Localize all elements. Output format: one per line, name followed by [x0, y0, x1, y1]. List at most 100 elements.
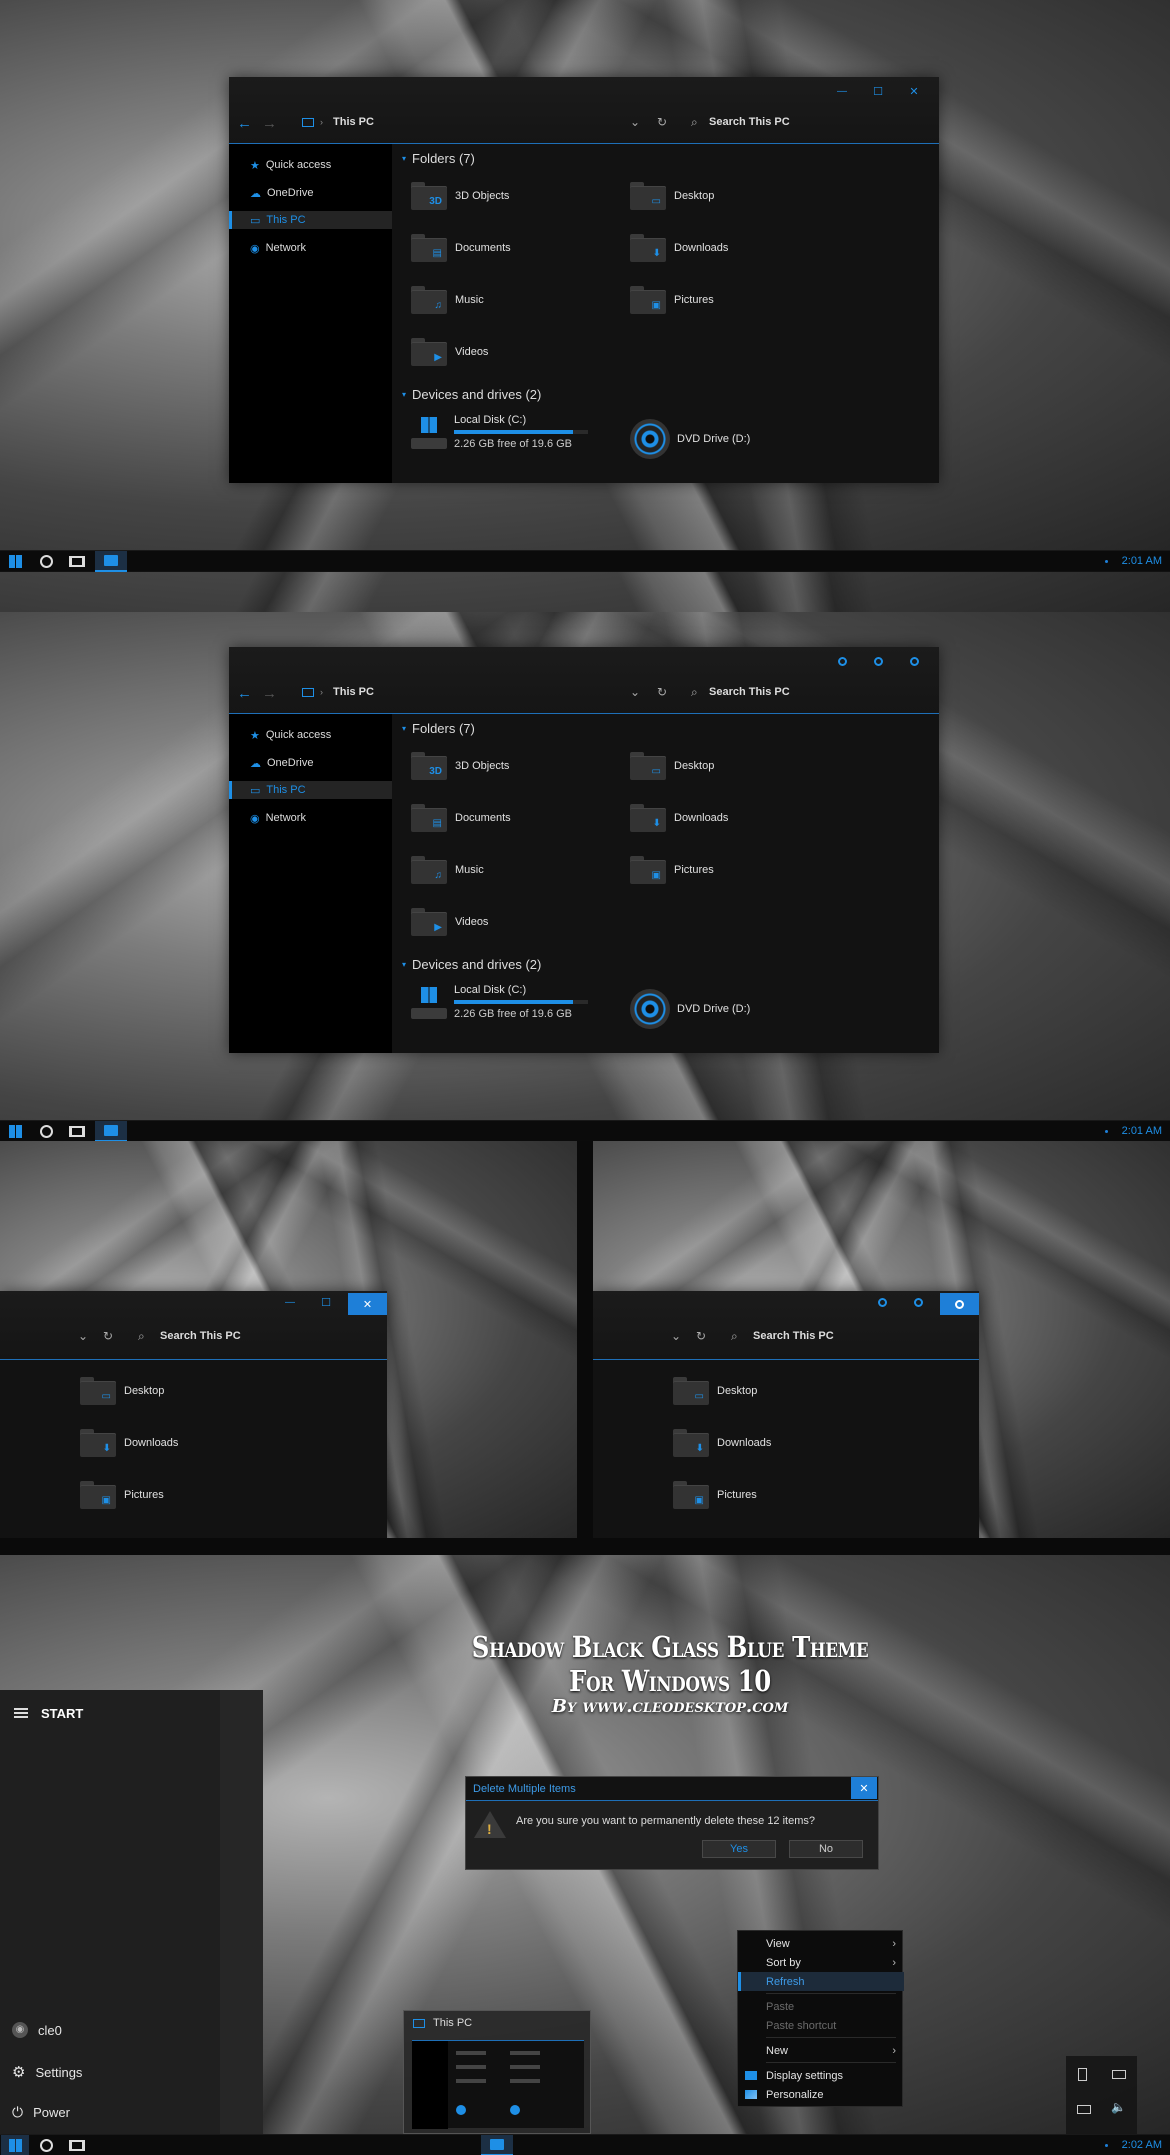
- task-view-button[interactable]: [63, 551, 91, 572]
- user-account[interactable]: ◉ cle0: [12, 2022, 62, 2038]
- forward-arrow-icon[interactable]: →: [262, 685, 277, 702]
- folder-desktop[interactable]: ▭ Desktop: [80, 1377, 164, 1405]
- settings-button[interactable]: ⚙ Settings: [12, 2063, 82, 2081]
- folder-videos[interactable]: ▶ Videos: [411, 338, 488, 366]
- title-bar[interactable]: ← → › This PC ⌄ ↻ ⌕ Search This PC: [229, 647, 939, 714]
- dropdown-chevron-icon[interactable]: ⌄: [671, 1329, 681, 1343]
- drive-local-disk[interactable]: Local Disk (C:) 2.26 GB free of 19.6 GB: [411, 414, 588, 450]
- title-bar[interactable]: — ☐ ✕ ← → › This PC ⌄ ↻ ⌕ Search This PC: [229, 77, 939, 144]
- drive-dvd[interactable]: DVD Drive (D:): [630, 419, 750, 459]
- refresh-icon[interactable]: ↻: [657, 685, 667, 699]
- search-input[interactable]: Search This PC: [753, 1330, 834, 1342]
- cortana-button[interactable]: [32, 2135, 60, 2155]
- minimize-button[interactable]: —: [277, 1293, 303, 1311]
- network-tray-icon[interactable]: [1077, 2105, 1091, 2114]
- cortana-button[interactable]: [32, 551, 60, 572]
- task-view-button[interactable]: [63, 1121, 91, 1142]
- maximize-button[interactable]: ☐: [865, 82, 891, 100]
- sidebar-item-network[interactable]: ◉ Network: [229, 239, 392, 257]
- context-item-sort-by[interactable]: Sort by ›: [738, 1953, 904, 1972]
- folder-downloads[interactable]: ⬇ Downloads: [630, 234, 728, 262]
- close-button-hover[interactable]: [940, 1293, 979, 1315]
- folder-documents[interactable]: ▤ Documents: [411, 804, 511, 832]
- devices-header[interactable]: ▾ Devices and drives (2): [402, 957, 541, 972]
- drive-dvd[interactable]: DVD Drive (D:): [630, 989, 750, 1029]
- file-explorer-taskbar-button[interactable]: [95, 1121, 127, 1142]
- breadcrumb[interactable]: This PC: [333, 116, 374, 128]
- start-button[interactable]: [1, 1121, 29, 1142]
- sidebar-item-quick-access[interactable]: ★ Quick access: [229, 726, 392, 744]
- hamburger-menu-icon[interactable]: [14, 1708, 28, 1718]
- folder-desktop[interactable]: ▭ Desktop: [630, 182, 714, 210]
- sidebar-item-this-pc[interactable]: ▭ This PC: [229, 781, 392, 799]
- title-bar[interactable]: — ☐ ✕ ⌄ ↻ ⌕ Search This PC: [0, 1291, 387, 1360]
- close-button[interactable]: ✕: [901, 82, 927, 100]
- folder-music[interactable]: ♫ Music: [411, 286, 484, 314]
- minimize-button[interactable]: [829, 652, 855, 670]
- sidebar-item-onedrive[interactable]: ☁ OneDrive: [229, 754, 392, 772]
- clock[interactable]: 2:01 AM: [1122, 555, 1162, 567]
- folder-documents[interactable]: ▤ Documents: [411, 234, 511, 262]
- folders-header[interactable]: ▾ Folders (7): [402, 721, 475, 736]
- refresh-icon[interactable]: ↻: [657, 115, 667, 129]
- search-input[interactable]: Search This PC: [160, 1330, 241, 1342]
- dialog-titlebar[interactable]: Delete Multiple Items ✕: [466, 1777, 878, 1801]
- breadcrumb[interactable]: This PC: [333, 686, 374, 698]
- devices-header[interactable]: ▾ Devices and drives (2): [402, 387, 541, 402]
- yes-button[interactable]: Yes: [702, 1840, 776, 1858]
- maximize-button[interactable]: ☐: [313, 1293, 339, 1311]
- start-button[interactable]: [1, 2135, 29, 2155]
- notification-dot-icon[interactable]: [1105, 2144, 1108, 2147]
- maximize-button[interactable]: [865, 652, 891, 670]
- no-button[interactable]: No: [789, 1840, 863, 1858]
- folder-pictures[interactable]: ▣ Pictures: [673, 1481, 757, 1509]
- folder-pictures[interactable]: ▣ Pictures: [80, 1481, 164, 1509]
- title-bar[interactable]: ⌄ ↻ ⌕ Search This PC: [593, 1291, 979, 1360]
- keyboard-icon[interactable]: [1112, 2070, 1126, 2079]
- folder-videos[interactable]: ▶ Videos: [411, 908, 488, 936]
- back-arrow-icon[interactable]: ←: [237, 115, 252, 132]
- notification-dot-icon[interactable]: [1105, 560, 1108, 563]
- clock[interactable]: 2:01 AM: [1122, 1125, 1162, 1137]
- minimize-button[interactable]: —: [829, 82, 855, 100]
- dropdown-chevron-icon[interactable]: ⌄: [630, 685, 640, 699]
- notification-dot-icon[interactable]: [1105, 1130, 1108, 1133]
- dropdown-chevron-icon[interactable]: ⌄: [630, 115, 640, 129]
- start-button[interactable]: [1, 551, 29, 572]
- context-item-view[interactable]: View ›: [738, 1934, 904, 1953]
- folder-3d-objects[interactable]: 3D 3D Objects: [411, 182, 509, 210]
- back-arrow-icon[interactable]: ←: [237, 685, 252, 702]
- file-explorer-taskbar-button[interactable]: [95, 551, 127, 572]
- forward-arrow-icon[interactable]: →: [262, 115, 277, 132]
- folder-pictures[interactable]: ▣ Pictures: [630, 856, 714, 884]
- search-input[interactable]: Search This PC: [709, 686, 790, 698]
- drive-local-disk[interactable]: Local Disk (C:) 2.26 GB free of 19.6 GB: [411, 984, 588, 1020]
- sidebar-item-this-pc[interactable]: ▭ This PC: [229, 211, 392, 229]
- context-item-new[interactable]: New ›: [738, 2041, 904, 2060]
- folder-3d-objects[interactable]: 3D 3D Objects: [411, 752, 509, 780]
- folder-pictures[interactable]: ▣ Pictures: [630, 286, 714, 314]
- folder-downloads[interactable]: ⬇ Downloads: [630, 804, 728, 832]
- context-item-display-settings[interactable]: Display settings: [738, 2066, 904, 2085]
- context-item-personalize[interactable]: Personalize: [738, 2085, 904, 2104]
- refresh-icon[interactable]: ↻: [696, 1329, 706, 1343]
- folder-desktop[interactable]: ▭ Desktop: [673, 1377, 757, 1405]
- battery-icon[interactable]: [1078, 2068, 1087, 2081]
- cortana-button[interactable]: [32, 1121, 60, 1142]
- folder-downloads[interactable]: ⬇ Downloads: [673, 1429, 771, 1457]
- volume-icon[interactable]: 🔈: [1111, 2100, 1126, 2114]
- sidebar-item-onedrive[interactable]: ☁ OneDrive: [229, 184, 392, 202]
- maximize-button[interactable]: [905, 1293, 931, 1311]
- context-item-refresh[interactable]: Refresh: [738, 1972, 904, 1991]
- dropdown-chevron-icon[interactable]: ⌄: [78, 1329, 88, 1343]
- search-input[interactable]: Search This PC: [709, 116, 790, 128]
- folder-music[interactable]: ♫ Music: [411, 856, 484, 884]
- taskbar-thumbnail-preview[interactable]: This PC: [403, 2010, 591, 2134]
- dialog-close-button[interactable]: ✕: [851, 1777, 877, 1799]
- sidebar-item-quick-access[interactable]: ★ Quick access: [229, 156, 392, 174]
- refresh-icon[interactable]: ↻: [103, 1329, 113, 1343]
- close-button-hover[interactable]: ✕: [348, 1293, 387, 1315]
- sidebar-item-network[interactable]: ◉ Network: [229, 809, 392, 827]
- power-button[interactable]: ⏻ Power: [12, 2104, 70, 2121]
- clock[interactable]: 2:02 AM: [1122, 2139, 1162, 2151]
